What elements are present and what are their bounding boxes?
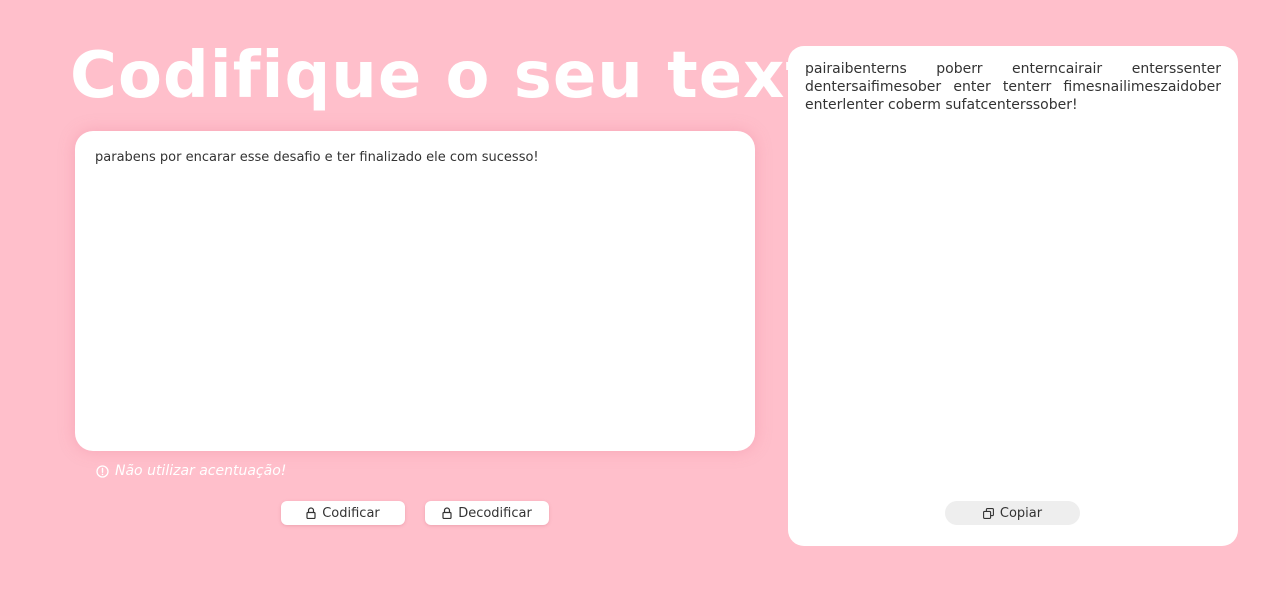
decode-button-label: Decodificar (458, 505, 532, 521)
lock-icon (442, 507, 452, 519)
copy-button-label: Copiar (999, 505, 1043, 521)
accent-warning: Não utilizar acentuação! (96, 463, 286, 479)
encode-button[interactable]: Codificar (281, 501, 405, 525)
decode-button[interactable]: Decodificar (425, 501, 549, 525)
copy-icon (982, 507, 994, 519)
text-input[interactable] (95, 149, 735, 433)
page-title: Codifique o seu texto! (70, 39, 893, 113)
input-card (75, 131, 755, 451)
output-text: pairaibenterns poberr enterncairair ente… (805, 61, 1221, 113)
copy-button[interactable]: Copiar (945, 501, 1080, 525)
info-circle-icon (96, 464, 109, 478)
output-card: pairaibenterns poberr enterncairair ente… (788, 46, 1238, 546)
accent-warning-text: Não utilizar acentuação! (115, 463, 287, 479)
lock-icon (306, 507, 316, 519)
encode-button-label: Codificar (322, 505, 380, 521)
